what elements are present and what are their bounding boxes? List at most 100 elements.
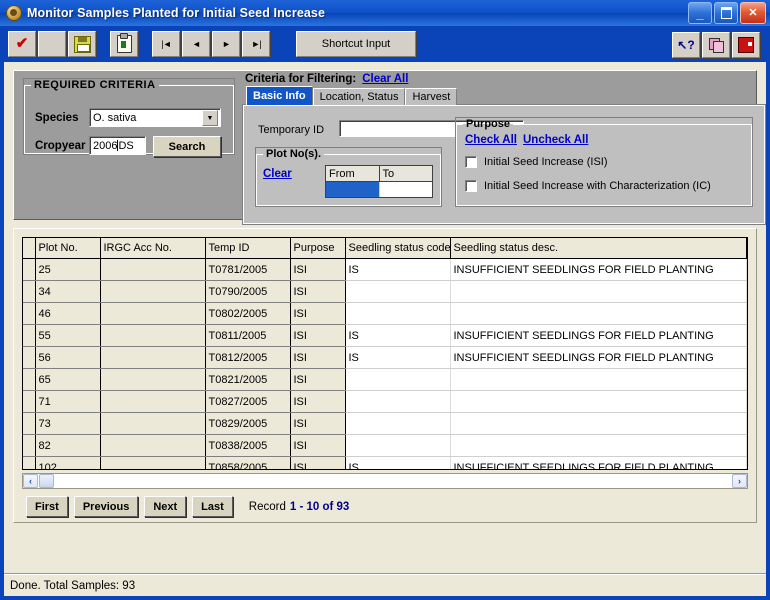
checkbox-isi[interactable]	[465, 156, 477, 168]
cell-irgc-acc-no[interactable]	[100, 390, 206, 413]
cell-temp-id[interactable]: T0812/2005	[205, 346, 291, 369]
copy-button[interactable]	[702, 32, 730, 58]
scroll-left-button[interactable]: ‹	[23, 474, 38, 488]
scrollbar-thumb[interactable]	[39, 474, 54, 488]
purpose-option-ic[interactable]: Initial Seed Increase with Characterizat…	[465, 180, 711, 192]
check-all-link[interactable]: Check All	[465, 134, 517, 146]
cell-seedling-status-code[interactable]	[345, 302, 451, 325]
cell-irgc-acc-no[interactable]	[100, 258, 206, 281]
cell-seedling-status-desc[interactable]	[450, 280, 747, 303]
minimize-button[interactable]: _	[688, 2, 712, 24]
scrollbar-track[interactable]	[54, 474, 732, 488]
cell-purpose[interactable]: ISI	[290, 368, 346, 391]
col-temp-id[interactable]: Temp ID	[205, 238, 291, 259]
cell-purpose[interactable]: ISI	[290, 390, 346, 413]
cell-plot-no[interactable]: 65	[35, 368, 101, 391]
help-pointer-button[interactable]: ↖?	[672, 32, 700, 58]
cell-irgc-acc-no[interactable]	[100, 412, 206, 435]
last-record-button[interactable]: ►|	[242, 31, 270, 57]
cell-temp-id[interactable]: T0858/2005	[205, 456, 291, 469]
cell-irgc-acc-no[interactable]	[100, 456, 206, 469]
cell-plot-no[interactable]: 102	[35, 456, 101, 469]
cell-seedling-status-desc[interactable]	[450, 302, 747, 325]
cell-plot-no[interactable]: 71	[35, 390, 101, 413]
results-grid-container[interactable]: Plot No. IRGC Acc No. Temp ID Purpose Se…	[22, 237, 748, 470]
uncheck-all-link[interactable]: Uncheck All	[523, 134, 588, 146]
cell-seedling-status-desc[interactable]	[450, 390, 747, 413]
table-row[interactable]: 34 T0790/2005 ISI	[23, 280, 747, 303]
chevron-down-icon[interactable]: ▼	[202, 110, 218, 126]
cell-plot-no[interactable]: 34	[35, 280, 101, 303]
search-button[interactable]: Search	[153, 136, 221, 157]
exit-button[interactable]	[732, 32, 760, 58]
blank-button[interactable]	[38, 31, 66, 57]
cell-irgc-acc-no[interactable]	[100, 346, 206, 369]
cell-purpose[interactable]: ISI	[290, 346, 346, 369]
cell-plot-no[interactable]: 56	[35, 346, 101, 369]
cell-temp-id[interactable]: T0811/2005	[205, 324, 291, 347]
table-row[interactable]: 46 T0802/2005 ISI	[23, 302, 747, 325]
plot-clear-link[interactable]: Clear	[263, 168, 292, 180]
cell-temp-id[interactable]: T0781/2005	[205, 258, 291, 281]
horizontal-scrollbar[interactable]: ‹ ›	[22, 473, 748, 489]
next-record-button[interactable]: ►	[212, 31, 240, 57]
confirm-check-button[interactable]: ✔	[8, 31, 36, 57]
cell-irgc-acc-no[interactable]	[100, 302, 206, 325]
table-row[interactable]: 55 T0811/2005 ISI IS INSUFFICIENT SEEDLINGS …	[23, 324, 747, 347]
cell-purpose[interactable]: ISI	[290, 302, 346, 325]
cell-temp-id[interactable]: T0821/2005	[205, 368, 291, 391]
cell-seedling-status-desc[interactable]	[450, 368, 747, 391]
table-row[interactable]: 71 T0827/2005 ISI	[23, 390, 747, 413]
cell-plot-no[interactable]: 46	[35, 302, 101, 325]
scroll-right-button[interactable]: ›	[732, 474, 747, 488]
cell-seedling-status-code[interactable]: IS	[345, 456, 451, 469]
cell-seedling-status-desc[interactable]: INSUFFICIENT SEEDLINGS FOR FIELD PLANTIN…	[450, 456, 747, 469]
clear-all-link[interactable]: Clear All	[362, 73, 408, 85]
checkbox-ic[interactable]	[465, 180, 477, 192]
save-button[interactable]	[68, 31, 96, 57]
tab-harvest[interactable]: Harvest	[405, 88, 458, 105]
cell-temp-id[interactable]: T0802/2005	[205, 302, 291, 325]
cell-irgc-acc-no[interactable]	[100, 324, 206, 347]
cell-seedling-status-code[interactable]	[345, 412, 451, 435]
first-record-button[interactable]: |◄	[152, 31, 180, 57]
cell-plot-no[interactable]: 55	[35, 324, 101, 347]
cell-purpose[interactable]: ISI	[290, 324, 346, 347]
cell-purpose[interactable]: ISI	[290, 258, 346, 281]
cell-temp-id[interactable]: T0790/2005	[205, 280, 291, 303]
col-irgc-acc-no[interactable]: IRGC Acc No.	[100, 238, 206, 259]
table-row[interactable]: 102 T0858/2005 ISI IS INSUFFICIENT SEEDLINGS…	[23, 456, 747, 469]
table-row[interactable]: 25 T0781/2005 ISI IS INSUFFICIENT SEEDLINGS …	[23, 258, 747, 281]
cell-temp-id[interactable]: T0827/2005	[205, 390, 291, 413]
cell-purpose[interactable]: ISI	[290, 280, 346, 303]
previous-page-button[interactable]: Previous	[73, 496, 139, 517]
cell-irgc-acc-no[interactable]	[100, 434, 206, 457]
shortcut-input-button[interactable]: Shortcut Input	[296, 31, 416, 57]
cell-seedling-status-desc[interactable]: INSUFFICIENT SEEDLINGS FOR FIELD PLANTIN…	[450, 258, 747, 281]
col-purpose[interactable]: Purpose	[290, 238, 346, 259]
table-row[interactable]: 73 T0829/2005 ISI	[23, 412, 747, 435]
clipboard-button[interactable]	[110, 31, 138, 57]
previous-record-button[interactable]: ◄	[182, 31, 210, 57]
next-page-button[interactable]: Next	[144, 496, 187, 517]
tab-location-status[interactable]: Location, Status	[312, 88, 406, 105]
maximize-button[interactable]	[714, 2, 738, 24]
last-page-button[interactable]: Last	[192, 496, 233, 517]
table-row[interactable]: 65 T0821/2005 ISI	[23, 368, 747, 391]
cell-seedling-status-code[interactable]	[345, 368, 451, 391]
cell-seedling-status-desc[interactable]	[450, 412, 747, 435]
cell-plot-no[interactable]: 73	[35, 412, 101, 435]
col-seedling-status-desc[interactable]: Seedling status desc.	[450, 238, 747, 259]
cell-seedling-status-desc[interactable]: INSUFFICIENT SEEDLINGS FOR FIELD PLANTIN…	[450, 346, 747, 369]
table-row[interactable]: 56 T0812/2005 ISI IS INSUFFICIENT SEEDLINGS …	[23, 346, 747, 369]
plot-to-cell[interactable]	[380, 182, 433, 197]
cell-plot-no[interactable]: 82	[35, 434, 101, 457]
cell-plot-no[interactable]: 25	[35, 258, 101, 281]
cell-irgc-acc-no[interactable]	[100, 280, 206, 303]
cell-seedling-status-code[interactable]	[345, 280, 451, 303]
cell-seedling-status-code[interactable]: IS	[345, 258, 451, 281]
cell-temp-id[interactable]: T0829/2005	[205, 412, 291, 435]
cell-seedling-status-code[interactable]	[345, 434, 451, 457]
cell-seedling-status-desc[interactable]: INSUFFICIENT SEEDLINGS FOR FIELD PLANTIN…	[450, 324, 747, 347]
cell-purpose[interactable]: ISI	[290, 434, 346, 457]
